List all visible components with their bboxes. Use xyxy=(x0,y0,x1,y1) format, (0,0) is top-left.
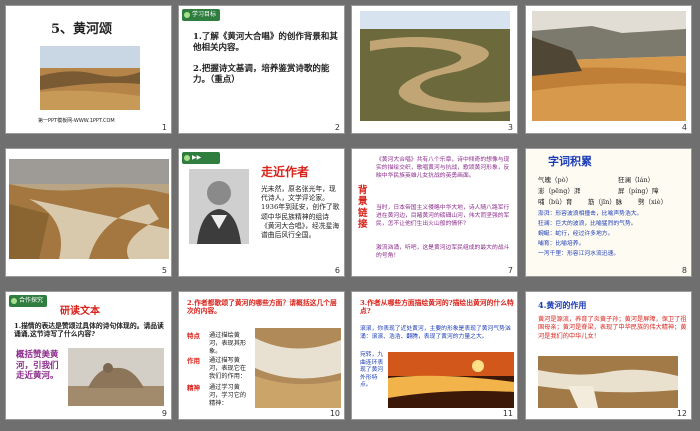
section-tag: 合作探究 xyxy=(9,295,47,307)
hukou-falls-image xyxy=(538,356,678,408)
word-2: 狂澜（lán） xyxy=(618,176,654,184)
slide-title: 5、黄河颂 xyxy=(51,22,113,37)
slide-thumbnail-3[interactable]: 3 xyxy=(351,5,518,134)
background-para-2: 当时，日本帝国主义侵略中华大地，诗人随八路军行进在黄河边，目睹黄河的磅礴山河，伟… xyxy=(376,205,510,227)
answer-text: 概括赞美黄河，引我们走近黄河。 xyxy=(16,350,59,382)
question-text: 1.描情的表达是赞颂过具体的诗句体现的。请品读诵诵,这节诗写了什么内容? xyxy=(14,322,164,339)
hukou-waterfall-image xyxy=(9,159,169,259)
word-2-text: 狂澜（lán） xyxy=(618,176,655,184)
question-text: 2.作者都歌颂了黄河的哪些方面？请概括这几个层次的内容。 xyxy=(187,299,337,316)
slide-number: 12 xyxy=(676,409,687,418)
word-3: 澎（pēng）湃 xyxy=(538,187,580,195)
row-text-1: 通过描绘黄河，表现其形象。 xyxy=(209,332,247,355)
section-heading: 研读文本 xyxy=(60,306,100,317)
slide-thumbnail-8[interactable]: 字词积累 气魄（pò） 狂澜（lán） 澎（pēng）湃 屏（píng）障 哺（… xyxy=(525,148,692,277)
section-heading: 字词积累 xyxy=(548,155,592,168)
slide-thumbnail-6[interactable]: ▶▶ 走近作者 光未然，原名张光年，现代诗人，文学评论家。1936年到延安，创作… xyxy=(178,148,345,277)
word-5: 哺（bǔ）育 xyxy=(538,198,572,206)
slide-thumbnail-7[interactable]: 背景链接 《黄河大合唱》共有八个乐章，诗中倾奇的想像与现实的描绘交织，歌唱黄河与… xyxy=(351,148,518,277)
goal-tag: 学习目标 xyxy=(182,9,220,21)
sunset-river-image xyxy=(388,352,514,408)
word-5-text: 哺（bǔ）育 xyxy=(538,198,573,206)
word-1-text: 气魄（pò） xyxy=(538,176,573,184)
slide-thumbnail-9[interactable]: 合作探究 研读文本 1.描情的表达是赞颂过具体的诗句体现的。请品读诵诵,这节诗写… xyxy=(5,291,172,420)
slide-number: 7 xyxy=(507,266,513,275)
author-bio: 光未然，原名张光年，现代诗人，文学评论家。1936年到延安，创作了歌颂中华民族精… xyxy=(261,185,340,239)
goal-item-1: 1.了解《黄河大合唱》的创作背景和其他相关内容。 xyxy=(193,32,338,53)
word-7: 劈（xiè） xyxy=(638,198,667,206)
slide-thumbnail-5[interactable]: 5 xyxy=(5,148,172,277)
slide-number: 1 xyxy=(161,123,167,132)
question-text: 4.黄河的作用 xyxy=(538,300,587,310)
question-text: 3.作者从哪些方面描绘黄河的?描绘出黄河的什么特点? xyxy=(360,299,514,316)
slide-number: 3 xyxy=(507,123,513,132)
slide-number: 5 xyxy=(161,266,167,275)
slide-number: 6 xyxy=(334,266,340,275)
slide-thumbnail-10[interactable]: 2.作者都歌颂了黄河的哪些方面？请概括这几个层次的内容。 特点 通过描绘黄河，表… xyxy=(178,291,345,420)
word-1: 气魄（pò） xyxy=(538,176,572,184)
background-para-3: 激流汹涌，听吧，这是黄河边军民组成的最大的战斗的号角！ xyxy=(376,245,510,259)
row-label-3: 精神 xyxy=(187,384,200,392)
word-7-text: 劈（xiè） xyxy=(638,198,668,206)
slide-number: 9 xyxy=(161,409,167,418)
side-note: 宛转，九曲连环表现了黄河外形特点。 xyxy=(360,352,384,389)
word-3-text: 澎（pēng）湃 xyxy=(538,187,581,195)
yellow-river-canyon-image xyxy=(532,11,686,121)
background-para-1: 《黄河大合唱》共有八个乐章，诗中倾奇的想像与现实的描绘交织，歌唱黄河与抗战，歌颂… xyxy=(376,157,510,179)
row-label-2: 作用 xyxy=(187,357,200,365)
word-4: 屏（píng）障 xyxy=(618,187,659,195)
word-6: 筋（jīn）脉 xyxy=(588,198,622,206)
yellow-river-image xyxy=(40,46,140,110)
row-label-1: 特点 xyxy=(187,332,200,340)
definition-1: 澎湃：形容波浪相撞击，比喻声势浩大。 xyxy=(538,211,643,217)
answer-text: 滚滚，你表现了近处黄河，主要的形象是表现了黄河气势汹涌：滚滚、浩浩、翻腾，表现了… xyxy=(360,326,511,340)
word-6-text: 筋（jīn）脉 xyxy=(588,198,623,206)
slide-thumbnail-1[interactable]: 5、黄河颂 第一PPT模板网-WWW.1PPT.COM 1 xyxy=(5,5,172,134)
slide-footer: 第一PPT模板网-WWW.1PPT.COM xyxy=(38,118,115,124)
definition-4: 哺育：比喻培养。 xyxy=(538,241,585,247)
yellow-river-statue-image xyxy=(68,348,164,406)
slide-sorter-grid: 5、黄河颂 第一PPT模板网-WWW.1PPT.COM 1 学习目标 1.了解《… xyxy=(0,0,700,431)
definition-2: 狂澜：巨大的波浪，比喻猛烈的气势。 xyxy=(538,221,637,227)
definition-3: 蜿蜒：蛇行，经过许多地方。 xyxy=(538,231,614,237)
slide-number: 11 xyxy=(502,409,513,418)
slide-thumbnail-4[interactable]: 4 xyxy=(525,5,692,134)
section-heading: 走近作者 xyxy=(261,165,310,179)
waterfall-image xyxy=(255,328,341,408)
row-text-2: 通过描写黄河，表现它在我们的作用： xyxy=(209,357,247,380)
slide-number: 8 xyxy=(681,266,687,275)
slide-number: 2 xyxy=(334,123,340,132)
slide-thumbnail-12[interactable]: 4.黄河的作用 黄河是源流，养育了炎黄子孙；黄河是屏障，保卫了祖国母亲；黄河是脊… xyxy=(525,291,692,420)
word-4-text: 屏（píng）障 xyxy=(618,187,659,195)
slide-number: 10 xyxy=(329,409,340,418)
answer-text: 黄河是源流，养育了炎黄子孙；黄河是屏障，保卫了祖国母亲；黄河是脊梁，表现了中华民… xyxy=(538,316,687,340)
yellow-river-bend-image xyxy=(360,11,510,121)
definition-5: 一泻千里：形容江河水流迅速。 xyxy=(538,251,620,257)
goal-item-2: 2.把握诗文基调，培养鉴赏诗歌的能力。（重点） xyxy=(193,64,330,85)
side-label: 背景链接 xyxy=(358,185,368,231)
row-text-3: 通过学习黄河，学习它的精神： xyxy=(209,384,247,407)
author-photo xyxy=(189,169,249,244)
slide-thumbnail-11[interactable]: 3.作者从哪些方面描绘黄河的?描绘出黄河的什么特点? 滚滚，你表现了近处黄河，主… xyxy=(351,291,518,420)
slide-number: 4 xyxy=(681,123,687,132)
section-tag: ▶▶ xyxy=(182,152,220,164)
slide-thumbnail-2[interactable]: 学习目标 1.了解《黄河大合唱》的创作背景和其他相关内容。 2.把握诗文基调，培… xyxy=(178,5,345,134)
